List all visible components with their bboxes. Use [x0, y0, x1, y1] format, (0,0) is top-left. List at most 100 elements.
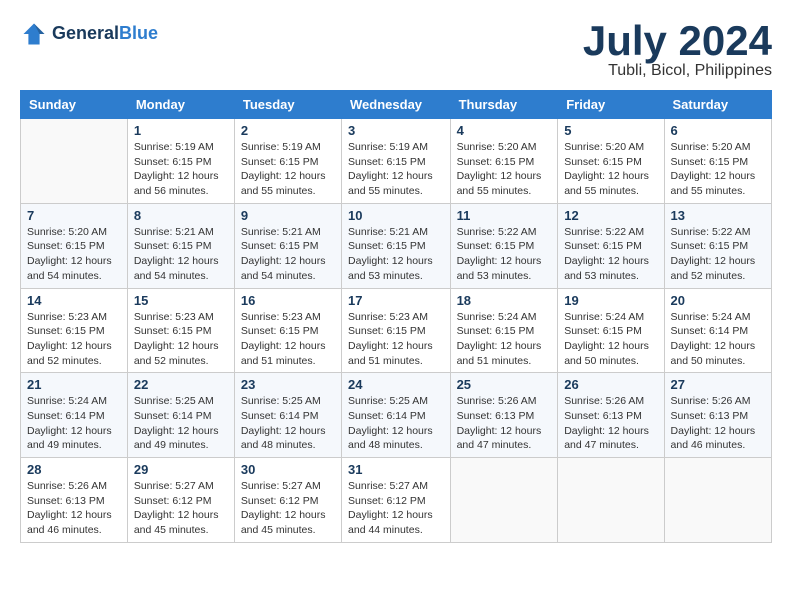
day-info: Sunrise: 5:26 AM Sunset: 6:13 PM Dayligh… [27, 479, 121, 538]
calendar-cell: 31 Sunrise: 5:27 AM Sunset: 6:12 PM Dayli… [342, 458, 451, 543]
calendar-cell: 8Sunrise: 5:21 AM Sunset: 6:15 PM Daylig… [127, 203, 234, 288]
day-number: 31 [348, 462, 444, 477]
month-title: July 2024 [583, 20, 772, 62]
calendar-cell: 17 Sunrise: 5:23 AM Sunset: 6:15 PM Dayli… [342, 288, 451, 373]
day-info: Sunrise: 5:23 AM Sunset: 6:15 PM Dayligh… [27, 310, 121, 369]
day-info: Sunrise: 5:24 AM Sunset: 6:15 PM Dayligh… [564, 310, 657, 369]
header: GeneralBlue July 2024 Tubli, Bicol, Phil… [20, 20, 772, 80]
day-number: 1 [134, 123, 228, 138]
calendar-cell [664, 458, 771, 543]
day-info: Sunrise: 5:21 AM Sunset: 6:15 PM Dayligh… [241, 225, 335, 284]
calendar-cell: 7 Sunrise: 5:20 AM Sunset: 6:15 PM Daylig… [21, 203, 128, 288]
day-info: Sunrise: 5:19 AM Sunset: 6:15 PM Dayligh… [241, 140, 335, 199]
calendar-cell: 23 Sunrise: 5:25 AM Sunset: 6:14 PM Dayli… [234, 373, 341, 458]
day-number: 12 [564, 208, 657, 223]
day-number: 7 [27, 208, 121, 223]
day-info: Sunrise: 5:20 AM Sunset: 6:15 PM Dayligh… [27, 225, 121, 284]
calendar-cell: 1 Sunrise: 5:19 AM Sunset: 6:15 PM Daylig… [127, 119, 234, 204]
day-info: Sunrise: 5:25 AM Sunset: 6:14 PM Dayligh… [134, 394, 228, 453]
day-info: Sunrise: 5:24 AM Sunset: 6:14 PM Dayligh… [27, 394, 121, 453]
calendar-body: 1 Sunrise: 5:19 AM Sunset: 6:15 PM Daylig… [21, 119, 772, 543]
day-info: Sunrise: 5:19 AM Sunset: 6:15 PM Dayligh… [134, 140, 228, 199]
calendar-week-row: 28 Sunrise: 5:26 AM Sunset: 6:13 PM Dayli… [21, 458, 772, 543]
day-number: 8 [134, 208, 228, 223]
calendar-cell: 19 Sunrise: 5:24 AM Sunset: 6:15 PM Dayli… [558, 288, 664, 373]
day-number: 23 [241, 377, 335, 392]
weekday-header-monday: Monday [127, 91, 234, 119]
logo-icon [20, 20, 48, 48]
day-info: Sunrise: 5:19 AM Sunset: 6:15 PM Dayligh… [348, 140, 444, 199]
day-info: Sunrise: 5:20 AM Sunset: 6:15 PM Dayligh… [564, 140, 657, 199]
day-info: Sunrise: 5:25 AM Sunset: 6:14 PM Dayligh… [348, 394, 444, 453]
calendar-cell: 4 Sunrise: 5:20 AM Sunset: 6:15 PM Daylig… [450, 119, 558, 204]
day-info: Sunrise: 5:20 AM Sunset: 6:15 PM Dayligh… [671, 140, 765, 199]
calendar-cell [450, 458, 558, 543]
day-info: Sunrise: 5:22 AM Sunset: 6:15 PM Dayligh… [564, 225, 657, 284]
day-info: Sunrise: 5:26 AM Sunset: 6:13 PM Dayligh… [564, 394, 657, 453]
day-number: 18 [457, 293, 552, 308]
weekday-header-tuesday: Tuesday [234, 91, 341, 119]
day-info: Sunrise: 5:27 AM Sunset: 6:12 PM Dayligh… [348, 479, 444, 538]
day-info: Sunrise: 5:27 AM Sunset: 6:12 PM Dayligh… [134, 479, 228, 538]
day-number: 20 [671, 293, 765, 308]
calendar-cell: 2 Sunrise: 5:19 AM Sunset: 6:15 PM Daylig… [234, 119, 341, 204]
day-number: 25 [457, 377, 552, 392]
calendar-table: SundayMondayTuesdayWednesdayThursdayFrid… [20, 90, 772, 543]
calendar-cell: 27Sunrise: 5:26 AM Sunset: 6:13 PM Dayli… [664, 373, 771, 458]
day-number: 16 [241, 293, 335, 308]
weekday-header-friday: Friday [558, 91, 664, 119]
calendar-week-row: 14 Sunrise: 5:23 AM Sunset: 6:15 PM Dayli… [21, 288, 772, 373]
day-number: 29 [134, 462, 228, 477]
day-number: 14 [27, 293, 121, 308]
calendar-cell: 25 Sunrise: 5:26 AM Sunset: 6:13 PM Dayli… [450, 373, 558, 458]
day-number: 6 [671, 123, 765, 138]
day-info: Sunrise: 5:26 AM Sunset: 6:13 PM Dayligh… [457, 394, 552, 453]
weekday-header-row: SundayMondayTuesdayWednesdayThursdayFrid… [21, 91, 772, 119]
calendar-week-row: 7 Sunrise: 5:20 AM Sunset: 6:15 PM Daylig… [21, 203, 772, 288]
day-number: 10 [348, 208, 444, 223]
day-number: 19 [564, 293, 657, 308]
calendar-cell: 12 Sunrise: 5:22 AM Sunset: 6:15 PM Dayli… [558, 203, 664, 288]
calendar-cell: 3 Sunrise: 5:19 AM Sunset: 6:15 PM Daylig… [342, 119, 451, 204]
calendar-cell: 26Sunrise: 5:26 AM Sunset: 6:13 PM Dayli… [558, 373, 664, 458]
day-info: Sunrise: 5:23 AM Sunset: 6:15 PM Dayligh… [241, 310, 335, 369]
title-area: July 2024 Tubli, Bicol, Philippines [583, 20, 772, 80]
day-number: 28 [27, 462, 121, 477]
calendar-cell: 5 Sunrise: 5:20 AM Sunset: 6:15 PM Daylig… [558, 119, 664, 204]
weekday-header-saturday: Saturday [664, 91, 771, 119]
day-info: Sunrise: 5:27 AM Sunset: 6:12 PM Dayligh… [241, 479, 335, 538]
calendar-cell: 10Sunrise: 5:21 AM Sunset: 6:15 PM Dayli… [342, 203, 451, 288]
calendar-cell: 15 Sunrise: 5:23 AM Sunset: 6:15 PM Dayli… [127, 288, 234, 373]
calendar-cell [21, 119, 128, 204]
day-info: Sunrise: 5:22 AM Sunset: 6:15 PM Dayligh… [457, 225, 552, 284]
day-number: 15 [134, 293, 228, 308]
calendar-cell: 6 Sunrise: 5:20 AM Sunset: 6:15 PM Daylig… [664, 119, 771, 204]
day-number: 3 [348, 123, 444, 138]
day-number: 22 [134, 377, 228, 392]
location-title: Tubli, Bicol, Philippines [583, 62, 772, 80]
calendar-cell: 21 Sunrise: 5:24 AM Sunset: 6:14 PM Dayli… [21, 373, 128, 458]
day-info: Sunrise: 5:23 AM Sunset: 6:15 PM Dayligh… [348, 310, 444, 369]
day-info: Sunrise: 5:22 AM Sunset: 6:15 PM Dayligh… [671, 225, 765, 284]
day-number: 2 [241, 123, 335, 138]
day-number: 9 [241, 208, 335, 223]
day-number: 21 [27, 377, 121, 392]
calendar-cell: 18 Sunrise: 5:24 AM Sunset: 6:15 PM Dayli… [450, 288, 558, 373]
calendar-cell: 28 Sunrise: 5:26 AM Sunset: 6:13 PM Dayli… [21, 458, 128, 543]
day-number: 11 [457, 208, 552, 223]
calendar-cell: 30 Sunrise: 5:27 AM Sunset: 6:12 PM Dayli… [234, 458, 341, 543]
day-info: Sunrise: 5:24 AM Sunset: 6:14 PM Dayligh… [671, 310, 765, 369]
day-number: 5 [564, 123, 657, 138]
day-info: Sunrise: 5:26 AM Sunset: 6:13 PM Dayligh… [671, 394, 765, 453]
day-info: Sunrise: 5:23 AM Sunset: 6:15 PM Dayligh… [134, 310, 228, 369]
day-info: Sunrise: 5:20 AM Sunset: 6:15 PM Dayligh… [457, 140, 552, 199]
logo-general: General [52, 23, 119, 43]
calendar-cell: 11 Sunrise: 5:22 AM Sunset: 6:15 PM Dayli… [450, 203, 558, 288]
day-info: Sunrise: 5:25 AM Sunset: 6:14 PM Dayligh… [241, 394, 335, 453]
day-number: 4 [457, 123, 552, 138]
day-number: 17 [348, 293, 444, 308]
calendar-cell: 14 Sunrise: 5:23 AM Sunset: 6:15 PM Dayli… [21, 288, 128, 373]
day-number: 30 [241, 462, 335, 477]
day-info: Sunrise: 5:24 AM Sunset: 6:15 PM Dayligh… [457, 310, 552, 369]
calendar-cell [558, 458, 664, 543]
